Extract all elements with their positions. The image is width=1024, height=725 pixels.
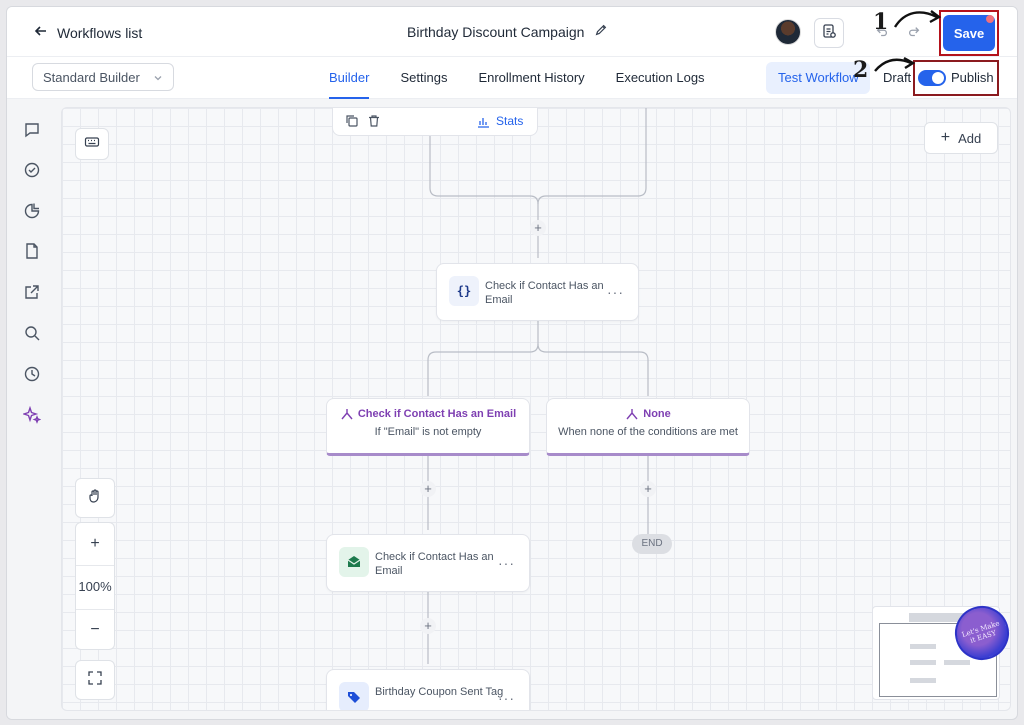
arrow-left-icon (33, 23, 49, 42)
more-options-icon[interactable]: ··· (607, 284, 624, 300)
notes-button[interactable] (814, 18, 844, 48)
add-element-button[interactable]: + Add (924, 122, 998, 154)
keyboard-icon (84, 134, 100, 155)
node-label: Check if Contact Has an Email (375, 551, 494, 577)
add-step-plus[interactable]: + (420, 481, 436, 497)
branch-split-icon (341, 409, 353, 420)
add-step-plus[interactable]: + (640, 481, 656, 497)
code-braces-icon: {} (449, 276, 479, 306)
chevron-down-icon (154, 76, 162, 81)
logo-text: Let's Make it EASY (960, 619, 1001, 645)
minimap-block (910, 660, 936, 665)
keyboard-shortcuts-button[interactable] (75, 128, 109, 160)
tag-icon (339, 682, 369, 710)
stats-card: Stats (332, 108, 538, 136)
branch-subtitle: If "Email" is not empty (374, 426, 482, 438)
divider (76, 565, 114, 566)
builder-type-value: Standard Builder (43, 70, 140, 85)
workflow-tabs: Builder Settings Enrollment History Exec… (329, 57, 736, 99)
annotation-arrow-2-icon (874, 56, 916, 72)
plus-icon: + (940, 129, 951, 146)
external-link-icon[interactable] (23, 283, 41, 301)
pie-chart-icon[interactable] (23, 202, 41, 220)
left-rail (7, 99, 59, 719)
stats-label: Stats (496, 114, 524, 128)
node-label: Birthday Coupon Sent Tag (375, 686, 504, 698)
branch-check-email[interactable]: Check if Contact Has an Email If "Email"… (326, 398, 530, 456)
action-node-check-email[interactable]: {} Check if Contact Has an Email ··· (436, 263, 639, 321)
zoom-level: 100% (78, 579, 112, 594)
toggle-knob (932, 72, 944, 84)
add-step-plus[interactable]: + (530, 220, 546, 236)
pan-tool-button[interactable] (75, 478, 115, 518)
unsaved-indicator-dot (986, 15, 994, 23)
copy-icon[interactable] (345, 114, 359, 128)
divider (76, 609, 114, 610)
add-step-plus[interactable]: + (420, 618, 436, 634)
minimap-block (944, 660, 970, 665)
stats-button[interactable]: Stats (477, 114, 523, 128)
fullscreen-icon (87, 670, 103, 691)
more-options-icon[interactable]: ··· (498, 555, 515, 571)
zoom-in-button[interactable]: + (76, 535, 114, 553)
search-icon[interactable] (23, 324, 41, 342)
zoom-controls: + 100% − (75, 522, 115, 650)
pencil-icon[interactable] (594, 23, 608, 40)
connector-lines (427, 108, 649, 664)
document-icon[interactable] (23, 242, 41, 260)
back-label: Workflows list (57, 24, 143, 41)
tab-settings[interactable]: Settings (400, 57, 447, 99)
minimap-block (910, 678, 936, 683)
bar-chart-icon (478, 117, 489, 128)
action-node-tag[interactable]: Birthday Coupon Sent Tag ··· (326, 669, 530, 710)
fit-view-button[interactable] (75, 660, 115, 700)
top-bar: Workflows list Birthday Discount Campaig… (7, 7, 1017, 57)
more-options-icon[interactable]: ··· (498, 690, 515, 706)
app-window: Workflows list Birthday Discount Campaig… (6, 6, 1018, 720)
zoom-out-button[interactable]: − (76, 621, 114, 639)
branch-title: None (643, 408, 671, 420)
sparkles-icon[interactable] (21, 405, 42, 424)
user-avatar[interactable] (775, 19, 801, 45)
workflow-title-text: Birthday Discount Campaign (407, 23, 585, 40)
node-label: Check if Contact Has an Email (485, 280, 604, 306)
workflow-title[interactable]: Birthday Discount Campaign (407, 23, 608, 40)
action-node-email[interactable]: Check if Contact Has an Email ··· (326, 534, 530, 592)
annotation-step-1: 1 (866, 9, 890, 35)
chat-icon[interactable] (23, 121, 41, 139)
back-to-workflows-link[interactable]: Workflows list (33, 23, 142, 42)
trash-icon[interactable] (367, 114, 381, 128)
annotation-step-2: 2 (846, 57, 870, 83)
tab-execution-logs[interactable]: Execution Logs (616, 57, 705, 99)
clipboard-icon (821, 23, 837, 44)
workflow-canvas[interactable]: Stats + Add + + + + {} Check if Contact … (61, 107, 1011, 711)
tab-enrollment-history[interactable]: Enrollment History (478, 57, 584, 99)
branch-title: Check if Contact Has an Email (357, 408, 517, 420)
annotation-arrow-1-icon (893, 10, 942, 28)
check-circle-icon[interactable] (23, 161, 41, 179)
hand-icon (87, 488, 103, 509)
publish-label: Publish (951, 70, 994, 85)
history-icon[interactable] (23, 365, 41, 383)
branch-subtitle: When none of the conditions are met (558, 426, 738, 438)
email-icon (339, 547, 369, 577)
branch-none[interactable]: None When none of the conditions are met (546, 398, 750, 456)
add-label: Add (958, 130, 982, 146)
tab-builder[interactable]: Builder (329, 57, 370, 99)
builder-type-select[interactable]: Standard Builder (32, 63, 174, 91)
publish-toggle[interactable] (918, 70, 946, 86)
end-marker: END (632, 534, 672, 554)
minimap-block (910, 644, 936, 649)
branch-split-icon (626, 409, 638, 420)
